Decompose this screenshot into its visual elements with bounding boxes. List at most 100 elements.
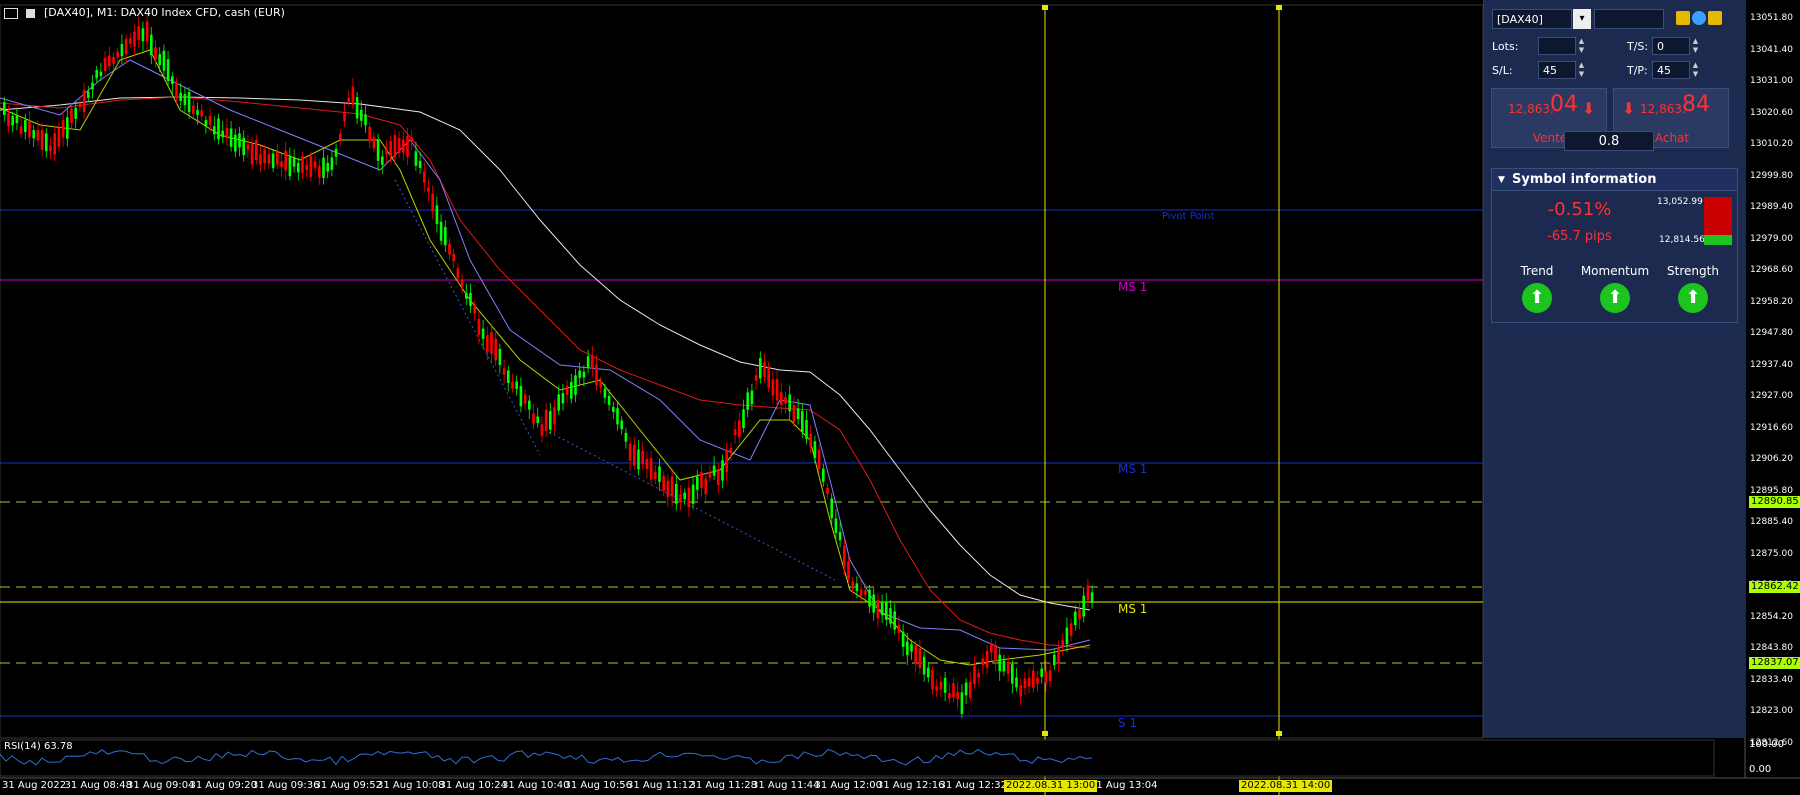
- candle: [70, 108, 73, 123]
- price-axis-label: 12937.40: [1750, 359, 1793, 370]
- candle: [805, 419, 808, 439]
- ts-spinner[interactable]: ▲ ▼: [1691, 37, 1700, 55]
- close-panel-icon[interactable]: [1708, 11, 1722, 25]
- vline1-handle-bottom[interactable]: [1042, 731, 1048, 736]
- candle: [578, 370, 581, 378]
- lots-spinner[interactable]: ▲ ▼: [1577, 37, 1586, 55]
- candle: [192, 105, 195, 114]
- candle: [221, 130, 224, 138]
- lots-input[interactable]: [1538, 37, 1576, 55]
- price-axis-label: 12843.80: [1750, 643, 1793, 653]
- price-axis-label: 13041.40: [1750, 44, 1793, 55]
- candle: [234, 134, 237, 152]
- candle: [133, 31, 136, 47]
- ma-red: [0, 96, 1091, 649]
- price-axis-label: 12968.60: [1750, 265, 1793, 275]
- time-axis-label: 31 Aug 09:04: [127, 780, 195, 791]
- candle: [624, 432, 628, 442]
- candle: [414, 151, 418, 166]
- sl-spinner[interactable]: ▲ ▼: [1577, 61, 1586, 79]
- tp-input[interactable]: 45: [1652, 61, 1690, 79]
- buy-price-big: 84: [1682, 92, 1710, 117]
- candle: [187, 92, 191, 113]
- vline1-handle-top[interactable]: [1042, 5, 1048, 10]
- candle: [1065, 627, 1069, 645]
- candle: [87, 91, 90, 98]
- ma-blue: [0, 59, 1091, 651]
- candle: [95, 69, 98, 79]
- candle: [225, 127, 229, 139]
- candle: [162, 50, 166, 71]
- candle: [532, 413, 535, 424]
- time-axis-label: 31 Aug 11:44: [752, 780, 820, 791]
- candle: [565, 385, 569, 395]
- candle: [481, 328, 485, 339]
- sl-input[interactable]: 45: [1538, 61, 1576, 79]
- candle: [931, 669, 934, 690]
- candle: [792, 404, 796, 423]
- candle: [507, 370, 510, 384]
- candle: [326, 162, 329, 172]
- symbol-select[interactable]: [DAX40]: [1492, 9, 1572, 29]
- candle: [1048, 670, 1052, 681]
- candle: [448, 243, 451, 255]
- price-axis-label: 12885.40: [1750, 517, 1793, 527]
- candle: [498, 348, 502, 365]
- candle: [208, 115, 212, 125]
- candle: [801, 411, 804, 432]
- candle: [15, 114, 19, 124]
- candle: [1044, 670, 1048, 683]
- candle: [385, 148, 388, 155]
- time-axis-label: 31 Aug 12:16: [877, 780, 945, 791]
- range-bar-red: [1704, 197, 1732, 235]
- candle: [204, 120, 208, 127]
- candle: [28, 121, 31, 138]
- candle: [61, 120, 65, 138]
- candle: [733, 429, 737, 436]
- chart-title: [DAX40], M1: DAX40 Index CFD, cash (EUR): [4, 6, 285, 19]
- candle: [393, 135, 397, 158]
- candle: [591, 355, 594, 369]
- candle: [103, 57, 107, 71]
- candle: [679, 494, 682, 503]
- symbol-dropdown-icon[interactable]: ▾: [1573, 9, 1591, 29]
- candle: [397, 138, 401, 154]
- symbol-info-header[interactable]: ▼ Symbol information: [1492, 169, 1737, 191]
- candle: [935, 686, 938, 691]
- candle: [1057, 647, 1060, 664]
- collapse-icon[interactable]: ▼: [1498, 169, 1505, 191]
- candle: [708, 472, 712, 478]
- time-axis-label: 31 Aug 09:52: [314, 780, 382, 791]
- candle: [1027, 678, 1031, 687]
- price-axis-label: 12854.20: [1750, 611, 1793, 622]
- candle: [1074, 611, 1077, 626]
- candle: [952, 683, 955, 698]
- vline2-handle-bottom[interactable]: [1276, 731, 1282, 736]
- vline2-handle-top[interactable]: [1276, 5, 1282, 10]
- ts-input[interactable]: 0: [1652, 37, 1690, 55]
- chart-type-icon[interactable]: [25, 8, 35, 18]
- candle: [897, 625, 901, 634]
- candle: [166, 59, 170, 82]
- candle: [246, 144, 250, 150]
- pivot-label: Pivot Point: [1162, 211, 1215, 222]
- candle: [238, 133, 241, 148]
- candle: [616, 408, 619, 425]
- candle: [183, 94, 187, 106]
- time-tag-1400: 2022.08.31 14:00: [1239, 780, 1333, 792]
- symbol-search-input[interactable]: [1594, 9, 1664, 29]
- copy-icon[interactable]: [1676, 11, 1690, 25]
- candle: [1053, 654, 1056, 666]
- price-axis-label: 12833.40: [1750, 674, 1793, 685]
- candle: [742, 409, 745, 428]
- settings-icon[interactable]: [1692, 11, 1706, 25]
- candle: [868, 589, 871, 607]
- tp-spinner[interactable]: ▲ ▼: [1691, 61, 1700, 79]
- candle: [775, 378, 779, 401]
- chart-menu-icon[interactable]: [4, 7, 18, 19]
- candle: [830, 498, 833, 518]
- candle: [267, 154, 271, 164]
- trend-up-arrow-icon: ⬆: [1522, 283, 1552, 313]
- candle: [1078, 609, 1081, 620]
- candle: [297, 162, 300, 173]
